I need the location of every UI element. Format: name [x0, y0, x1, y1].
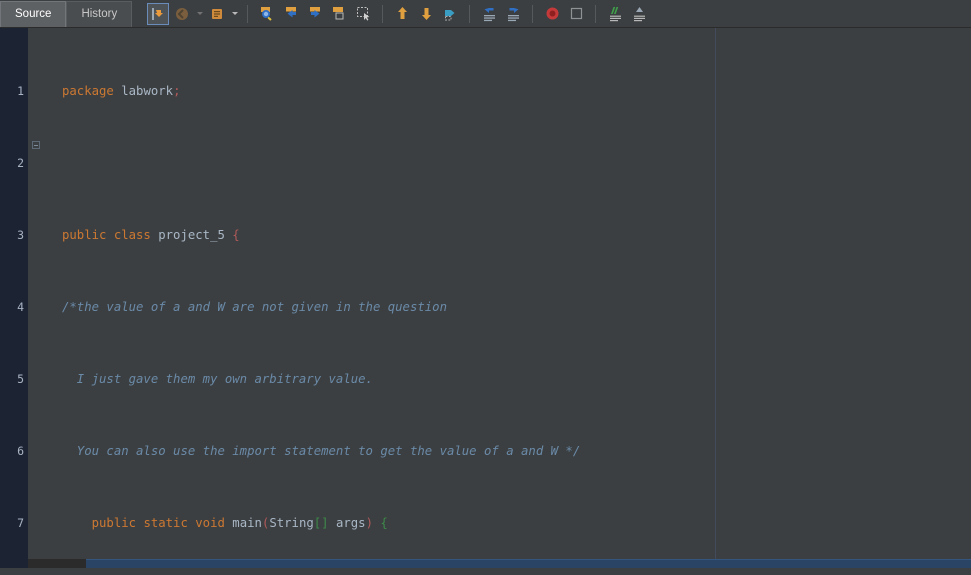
gutter-footer — [0, 559, 28, 568]
shift-line-left-icon — [481, 5, 498, 22]
toggle-bookmark-icon — [442, 5, 459, 22]
next-bookmark-button[interactable] — [415, 3, 437, 25]
line-number: 6 — [17, 444, 24, 458]
find-next-button[interactable] — [304, 3, 326, 25]
search-group — [254, 3, 376, 25]
back-history-icon — [174, 6, 190, 22]
toggle-breakpoint-button[interactable] — [541, 3, 563, 25]
code-line[interactable]: 4 /*the value of a and W are not given i… — [0, 298, 971, 316]
forward-history-dropdown[interactable] — [230, 3, 239, 25]
toggle-highlight-search-icon — [331, 5, 348, 22]
line-number: 5 — [17, 372, 24, 386]
editor-view-tabs: Source History — [0, 0, 133, 28]
chevron-down-icon — [231, 12, 238, 15]
find-selection-icon — [259, 5, 276, 22]
source-editor-window: Source History 1 package labwork; 2 3 pu… — [0, 0, 971, 575]
code-content[interactable]: 1 package labwork; 2 3 public class proj… — [0, 28, 971, 561]
line-number: 3 — [17, 228, 24, 242]
line-text: /*the value of a and W are not given in … — [62, 300, 447, 314]
find-selection-button[interactable] — [256, 3, 278, 25]
tab-history[interactable]: History — [66, 0, 133, 27]
back-button[interactable] — [171, 3, 193, 25]
code-editor-area[interactable]: 1 package labwork; 2 3 public class proj… — [0, 28, 971, 568]
toggle-rectangular-selection-icon — [355, 5, 372, 22]
inspect-members-button[interactable] — [604, 3, 626, 25]
find-previous-button[interactable] — [280, 3, 302, 25]
previous-bookmark-button[interactable] — [391, 3, 413, 25]
inspect-hierarchy-button[interactable] — [628, 3, 650, 25]
stop-icon — [568, 5, 585, 22]
inspect-group — [602, 3, 652, 25]
toggle-breakpoint-icon — [544, 5, 561, 22]
line-text: package labwork; — [62, 84, 181, 98]
line-number: 4 — [17, 300, 24, 314]
horizontal-scrollbar-thumb[interactable] — [86, 559, 971, 568]
inspect-hierarchy-icon — [631, 5, 648, 22]
code-line[interactable]: 1 package labwork; — [0, 82, 971, 100]
tab-source[interactable]: Source — [0, 0, 67, 27]
line-text: public static void main(String[] args) { — [91, 516, 388, 530]
next-bookmark-icon — [418, 5, 435, 22]
toolbar-separator — [469, 4, 471, 23]
line-text: You can also use the import statement to… — [62, 444, 581, 458]
toggle-highlight-search-button[interactable] — [328, 3, 350, 25]
toolbar-separator — [247, 4, 249, 23]
line-number: 1 — [17, 84, 24, 98]
find-previous-icon — [283, 5, 300, 22]
code-line[interactable]: 2 — [0, 154, 971, 172]
shift-line-left-button[interactable] — [478, 3, 500, 25]
code-line[interactable]: 5 I just gave them my own arbitrary valu… — [0, 370, 971, 388]
bookmark-group — [389, 3, 463, 25]
last-edit-position-icon — [150, 6, 166, 22]
horizontal-scrollbar[interactable] — [0, 559, 971, 568]
find-next-icon — [307, 5, 324, 22]
back-history-dropdown[interactable] — [195, 3, 204, 25]
editor-toolbar: Source History — [0, 0, 971, 28]
line-number: 2 — [17, 156, 24, 170]
line-text: public class project_5 { — [62, 228, 240, 242]
code-line[interactable]: 7 public static void main(String[] args)… — [0, 514, 971, 532]
inspect-members-icon — [607, 5, 624, 22]
code-line[interactable]: 6 You can also use the import statement … — [0, 442, 971, 460]
shift-line-group — [476, 3, 526, 25]
previous-bookmark-icon — [394, 5, 411, 22]
toolbar-separator — [532, 4, 534, 23]
forward-button[interactable] — [206, 3, 228, 25]
line-number: 7 — [17, 516, 24, 530]
toggle-rectangular-selection-button[interactable] — [352, 3, 374, 25]
toolbar-separator — [382, 4, 384, 23]
toolbar-separator — [595, 4, 597, 23]
shift-line-right-icon — [505, 5, 522, 22]
debug-group — [539, 3, 589, 25]
stop-button[interactable] — [565, 3, 587, 25]
chevron-down-icon — [196, 12, 203, 15]
toggle-bookmark-button[interactable] — [439, 3, 461, 25]
line-text: I just gave them my own arbitrary value. — [62, 372, 373, 386]
navigation-group — [145, 2, 241, 25]
shift-line-right-button[interactable] — [502, 3, 524, 25]
code-line[interactable]: 3 public class project_5 { — [0, 226, 971, 244]
last-edit-position-button[interactable] — [147, 2, 170, 25]
forward-history-icon — [209, 6, 225, 22]
